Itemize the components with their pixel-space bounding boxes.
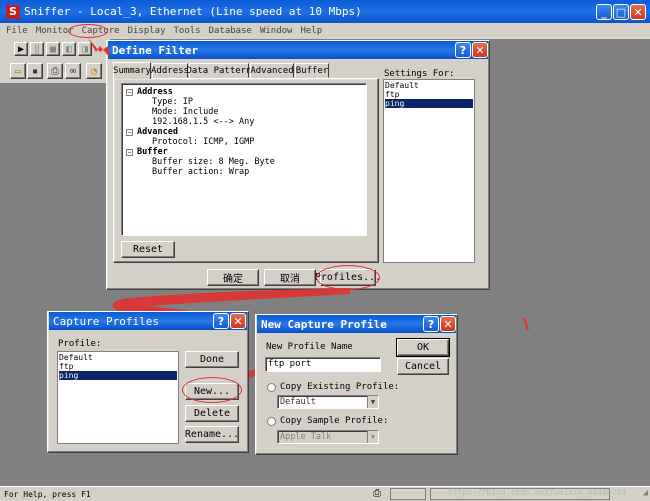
rename-button[interactable]: Rename... [185, 426, 239, 443]
profile-list: Default ftp ping [57, 351, 179, 444]
new-profile-name-label: New Profile Name [266, 342, 353, 352]
copy-existing-select[interactable]: Default ▼ [277, 395, 379, 409]
capture-profiles-title: Capture Profiles [53, 314, 159, 328]
chevron-down-icon[interactable]: ▼ [367, 431, 378, 443]
done-button[interactable]: Done [185, 351, 239, 368]
copy-sample-select[interactable]: Apple Talk ▼ [277, 430, 379, 444]
new-button-highlight [182, 377, 242, 403]
radio-button[interactable] [267, 382, 276, 392]
cancel-button[interactable]: Cancel [397, 358, 449, 375]
close-icon[interactable]: ✕ [440, 316, 456, 332]
copy-sample-label: Copy Sample Profile: [280, 416, 389, 426]
tab-summary[interactable]: Summary [113, 62, 151, 79]
chevron-down-icon[interactable]: ▼ [367, 396, 378, 408]
resize-grip-icon[interactable]: ◢ [643, 488, 648, 498]
help-icon[interactable]: ? [213, 313, 229, 329]
status-text: For Help, press F1 [4, 489, 91, 499]
list-item[interactable]: Default [59, 353, 177, 362]
profile-label: Profile: [58, 339, 102, 349]
ok-button[interactable]: OK [396, 338, 450, 357]
help-icon[interactable]: ? [423, 316, 439, 332]
list-item-selected[interactable]: ping [59, 371, 177, 380]
annotation-tick [523, 317, 529, 331]
list-item[interactable]: ftp [59, 362, 177, 371]
delete-button[interactable]: Delete [185, 405, 239, 422]
new-profile-name-input[interactable]: ftp port [265, 357, 381, 372]
copy-existing-label: Copy Existing Profile: [280, 382, 400, 392]
new-profile-title: New Capture Profile [261, 317, 387, 331]
printer-status-icon: ⎙ [373, 488, 381, 499]
capture-arrow [88, 38, 110, 58]
close-icon[interactable]: ✕ [230, 313, 246, 329]
radio-button[interactable] [267, 416, 276, 426]
new-profile-name-value: ftp port [268, 359, 312, 369]
status-pane [390, 488, 426, 500]
watermark-text: https://blog.csdn.net/weixin_44496284 [448, 488, 627, 497]
copy-existing-option[interactable]: Copy Existing Profile: [267, 382, 399, 392]
copy-sample-option[interactable]: Copy Sample Profile: [267, 416, 388, 426]
status-bar: For Help, press F1 ⎙ https://blog.csdn.n… [0, 486, 650, 501]
